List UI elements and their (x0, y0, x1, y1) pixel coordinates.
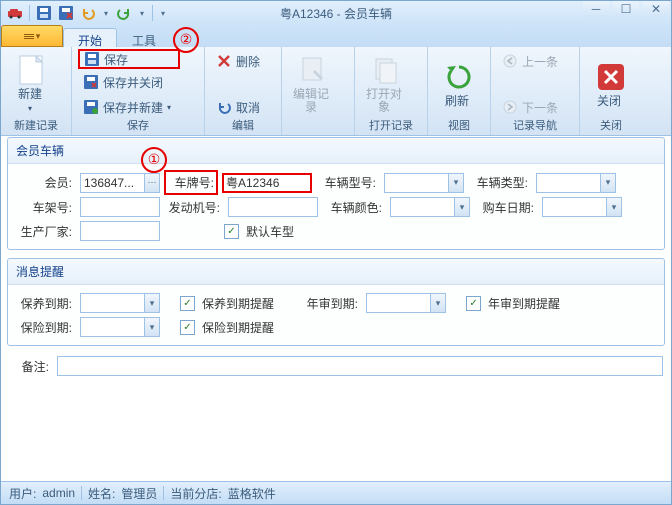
plate-label: 车牌号: (164, 170, 218, 195)
status-bar: 用户:admin 姓名:管理员 当前分店:蓝格软件 (1, 481, 671, 504)
color-combo[interactable]: ▾ (390, 197, 470, 217)
qat-redo-icon[interactable] (116, 5, 132, 21)
save-button[interactable]: 保存 (78, 49, 180, 69)
save-close-button[interactable]: 保存并关闭 (78, 70, 198, 94)
tab-tools[interactable]: 工具 (117, 28, 171, 47)
group-save: 保存 (78, 119, 198, 135)
remark-label: 备注: (9, 358, 53, 375)
qat-redo-dropdown[interactable]: ▾ (138, 9, 146, 18)
minimize-button[interactable]: ─ (583, 1, 609, 17)
tab-start[interactable]: 开始 (63, 28, 117, 47)
audit-due-label: 年审到期: (278, 295, 362, 312)
qat-app-icon (7, 5, 23, 21)
panel-vehicle: 会员车辆 会员: 136847...⋯ 车牌号: 粤A12346 车辆型号: ▾… (7, 137, 665, 250)
close-button[interactable]: 关闭 (586, 50, 636, 118)
mfr-label: 生产厂家: (16, 223, 76, 240)
member-combo[interactable]: 136847...⋯ (80, 173, 160, 193)
plate-field[interactable]: 粤A12346 (222, 173, 312, 193)
maximize-button[interactable]: ☐ (613, 1, 639, 17)
new-button[interactable]: 新建▾ (7, 50, 57, 118)
buy-date-combo[interactable]: ▾ (542, 197, 622, 217)
panel-reminder-title: 消息提醒 (8, 259, 664, 285)
refresh-button[interactable]: 刷新 (434, 50, 484, 118)
default-model-checkbox[interactable]: ✓默认车型 (224, 219, 314, 243)
qat-save-icon[interactable] (36, 5, 52, 21)
model-label: 车辆型号: (316, 174, 380, 191)
panel-vehicle-title: 会员车辆 (8, 138, 664, 164)
type-combo[interactable]: ▾ (536, 173, 616, 193)
ins-due-label: 保险到期: (16, 319, 76, 336)
delete-button[interactable]: 删除 (211, 49, 265, 73)
ins-due-combo[interactable]: ▾ (80, 317, 160, 337)
prev-record-button[interactable]: 上一条 (497, 49, 563, 73)
buy-date-label: 购车日期: (474, 199, 538, 216)
group-open-record: 打开记录 (361, 119, 421, 135)
group-edit: 编辑 (211, 119, 275, 135)
type-label: 车辆类型: (468, 174, 532, 191)
audit-due-combo[interactable]: ▾ (366, 293, 446, 313)
care-reminder-checkbox[interactable]: ✓保养到期提醒 (180, 291, 274, 315)
care-due-label: 保养到期: (16, 295, 76, 312)
remark-field[interactable] (57, 356, 663, 376)
panel-reminder: 消息提醒 保养到期: ▾ ✓保养到期提醒 年审到期: ▾ ✓年审到期提醒 保险到… (7, 258, 665, 346)
group-nav: 记录导航 (497, 119, 573, 135)
engine-label: 发动机号: (164, 199, 224, 216)
qat-customize-dropdown[interactable]: ▾ (159, 9, 167, 18)
model-combo[interactable]: ▾ (384, 173, 464, 193)
close-window-button[interactable]: ✕ (643, 1, 669, 17)
save-new-button[interactable]: 保存并新建 ▾ (78, 95, 198, 119)
group-close: 关闭 (586, 119, 636, 135)
group-view: 视图 (434, 119, 484, 135)
care-due-combo[interactable]: ▾ (80, 293, 160, 313)
file-orange-tab[interactable]: ▾ (1, 25, 63, 47)
audit-reminder-checkbox[interactable]: ✓年审到期提醒 (466, 291, 560, 315)
color-label: 车辆颜色: (322, 199, 386, 216)
qat-undo-dropdown[interactable]: ▾ (102, 9, 110, 18)
mfr-field[interactable] (80, 221, 160, 241)
vin-field[interactable] (80, 197, 160, 217)
qat-undo-icon[interactable] (80, 5, 96, 21)
vin-label: 车架号: (16, 199, 76, 216)
ins-reminder-checkbox[interactable]: ✓保险到期提醒 (180, 315, 274, 339)
engine-field[interactable] (228, 197, 318, 217)
cancel-button[interactable]: 取消 (211, 95, 265, 119)
next-record-button[interactable]: 下一条 (497, 95, 563, 119)
group-new-record: 新建记录 (7, 119, 65, 135)
qat-close-doc-icon[interactable] (58, 5, 74, 21)
member-label: 会员: (16, 174, 76, 191)
edit-record-button[interactable]: 编辑记录 (288, 50, 338, 118)
open-object-button[interactable]: 打开对象 (361, 50, 411, 118)
